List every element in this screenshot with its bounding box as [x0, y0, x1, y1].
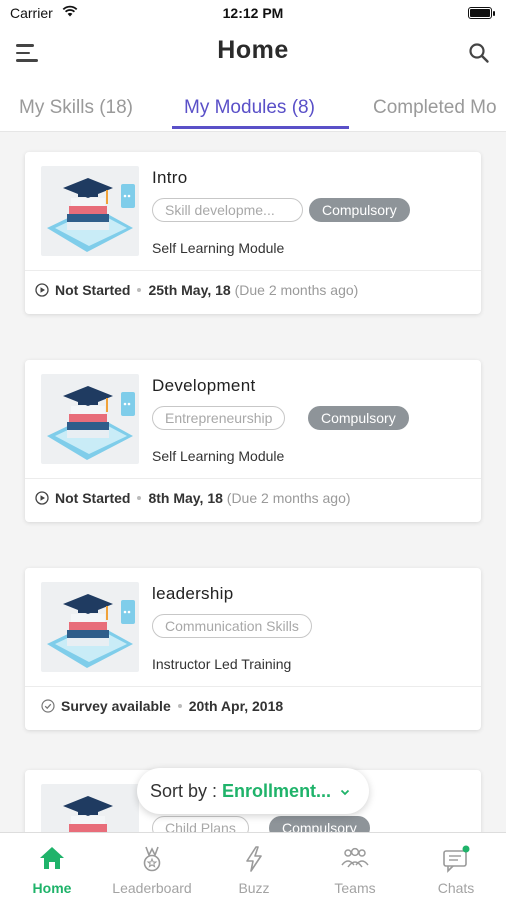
nav-home[interactable]: Home	[2, 833, 102, 900]
skill-chip: Entrepreneurship	[152, 406, 286, 430]
separator-dot	[177, 704, 182, 708]
divider	[25, 270, 481, 271]
skill-chip: Child Plans	[152, 816, 249, 832]
module-card-leadership[interactable]: leadership Communication Skills Instruct…	[25, 568, 481, 730]
status-bar: Carrier 12:12 PM	[0, 0, 506, 26]
graduation-books-icon	[47, 178, 135, 252]
nav-home-label: Home	[32, 880, 72, 896]
page-title: Home	[217, 36, 289, 64]
module-status-row: Not Started 8th May, 18 (Due 2 months ago…	[35, 490, 351, 506]
separator-dot	[137, 288, 142, 292]
due-date: 25th May, 18	[148, 282, 231, 298]
separator-dot	[137, 496, 142, 500]
app-header: Home	[0, 26, 506, 82]
module-tabs: My Skills (18) My Modules (8) Completed …	[0, 82, 506, 132]
due-note: (Due 2 months ago)	[226, 490, 351, 506]
module-status-row: Survey available 20th Apr, 2018	[41, 698, 283, 714]
clock: 12:12 PM	[222, 5, 284, 21]
lightning-icon	[246, 846, 262, 872]
status-text: Not Started	[55, 490, 131, 506]
module-type: Self Learning Module	[152, 240, 285, 256]
compulsory-badge: Compulsory	[269, 816, 370, 832]
module-title: Development	[152, 376, 256, 395]
graduation-books-icon	[63, 796, 113, 832]
compulsory-badge: Compulsory	[309, 198, 410, 222]
tab-my-skills[interactable]: My Skills (18)	[19, 97, 133, 119]
module-list: Intro Skill developme... Compulsory Self…	[0, 132, 506, 832]
team-icon	[341, 847, 369, 868]
nav-chats-label: Chats	[437, 880, 475, 896]
module-type: Self Learning Module	[152, 448, 285, 464]
compulsory-badge: Compulsory	[308, 406, 409, 430]
module-thumbnail	[41, 784, 139, 832]
chat-icon	[443, 845, 470, 873]
module-thumbnail	[41, 374, 139, 464]
nav-chats[interactable]: Chats	[406, 833, 506, 900]
module-title: Intro	[152, 168, 188, 187]
check-circle-icon	[41, 699, 55, 713]
active-tab-indicator	[172, 126, 349, 129]
due-date: 8th May, 18	[148, 490, 223, 506]
play-circle-icon	[35, 283, 49, 297]
unread-badge	[462, 845, 470, 853]
graduation-books-icon	[47, 594, 135, 668]
status-text: Not Started	[55, 282, 131, 298]
module-thumbnail	[41, 166, 139, 256]
graduation-books-icon	[47, 386, 135, 460]
tab-my-modules[interactable]: My Modules (8)	[184, 97, 315, 119]
status-text: Survey available	[61, 698, 171, 714]
bottom-nav: Home Leaderboard Buzz Teams Chats	[0, 832, 506, 900]
play-circle-icon	[35, 491, 49, 505]
module-card-development[interactable]: Development Entrepreneurship Compulsory …	[25, 360, 481, 522]
module-title: leadership	[152, 584, 234, 603]
search-icon[interactable]	[468, 42, 490, 64]
nav-leaderboard[interactable]: Leaderboard	[102, 833, 202, 900]
divider	[25, 478, 481, 479]
sort-dropdown[interactable]: Sort by : Enrollment...	[137, 768, 369, 814]
tab-completed-modules[interactable]: Completed Mo	[373, 97, 497, 119]
chevron-down-icon	[340, 789, 350, 796]
home-icon	[40, 847, 64, 869]
sort-label: Sort by :	[150, 781, 218, 801]
skill-chip: Communication Skills	[152, 614, 312, 638]
due-date: 20th Apr, 2018	[188, 698, 284, 714]
nav-teams-label: Teams	[334, 880, 376, 896]
module-thumbnail	[41, 582, 139, 672]
nav-buzz[interactable]: Buzz	[204, 833, 304, 900]
battery-icon	[468, 7, 495, 19]
module-status-row: Not Started 25th May, 18 (Due 2 months ag…	[35, 282, 358, 298]
nav-leaderboard-label: Leaderboard	[112, 880, 192, 896]
skill-chip: Skill developme...	[152, 198, 303, 222]
divider	[25, 686, 481, 687]
module-type: Instructor Led Training	[152, 656, 292, 672]
sort-value: Enrollment...	[222, 781, 332, 801]
medal-icon	[143, 846, 161, 872]
nav-buzz-label: Buzz	[238, 880, 270, 896]
due-note: (Due 2 months ago)	[234, 282, 359, 298]
module-card-intro[interactable]: Intro Skill developme... Compulsory Self…	[25, 152, 481, 314]
nav-teams[interactable]: Teams	[305, 833, 405, 900]
